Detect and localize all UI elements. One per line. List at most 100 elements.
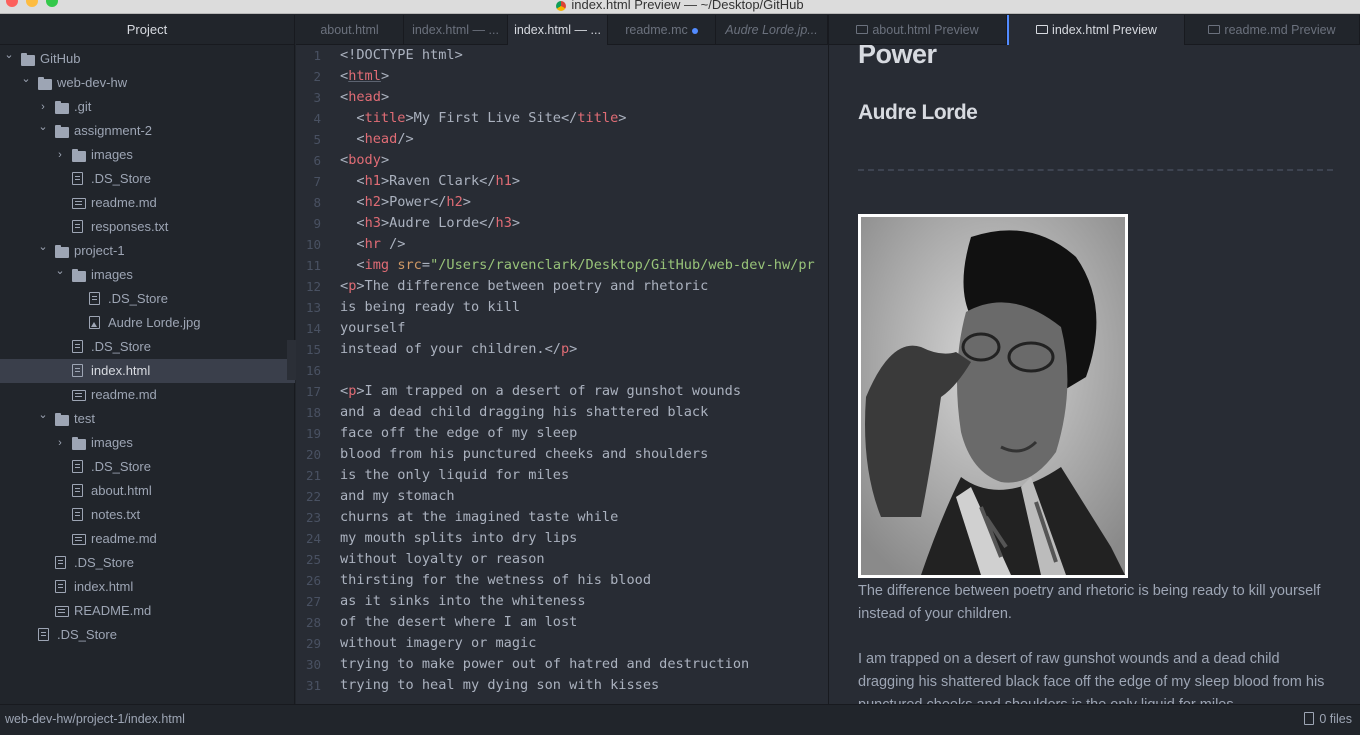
tree-folder-web-dev-hw[interactable]: ⌄ web-dev-hw [0, 71, 295, 95]
tree-item-label: .DS_Store [74, 555, 134, 570]
chevron-down-icon[interactable]: ⌄ [38, 115, 48, 139]
tree-item-label: responses.txt [91, 219, 169, 234]
file-icon [72, 364, 83, 377]
tree-folder-project-1[interactable]: ⌄ project-1 [0, 239, 295, 263]
tree-item-label: assignment-2 [74, 123, 153, 138]
line-number: 9 [313, 216, 321, 231]
folder-icon [21, 53, 35, 66]
code-line[interactable]: yourself [340, 318, 405, 339]
tree-item-label: .DS_Store [91, 459, 151, 474]
code-token: < [340, 173, 365, 189]
tree-file--ds-store[interactable]: .DS_Store [0, 551, 295, 575]
code-token: is being ready to kill [340, 299, 521, 315]
code-line[interactable]: my mouth splits into dry lips [340, 528, 577, 549]
tree-folder-images[interactable]: ⌄ images [0, 263, 295, 287]
markdown-file-icon [72, 390, 86, 401]
tree-folder-images[interactable]: › images [0, 143, 295, 167]
code-line[interactable]: <p>I am trapped on a desert of raw gunsh… [340, 381, 741, 402]
folder-icon [38, 77, 52, 90]
tree-file-readme-md[interactable]: README.md [0, 599, 295, 623]
code-line[interactable]: and a dead child dragging his shattered … [340, 402, 708, 423]
tree-file--ds-store[interactable]: .DS_Store [0, 623, 295, 647]
html-preview-pane[interactable]: Power Audre Lorde The difference between… [829, 45, 1360, 704]
code-token: < [340, 383, 349, 399]
line-number: 17 [305, 384, 321, 399]
code-line[interactable]: <head/> [340, 129, 413, 150]
code-token: html [348, 68, 381, 84]
tree-folder-test[interactable]: ⌄ test [0, 407, 295, 431]
code-line[interactable]: of the desert where I am lost [340, 612, 577, 633]
code-line[interactable]: face off the edge of my sleep [340, 423, 577, 444]
code-token: head [364, 131, 398, 147]
code-editor[interactable]: 1 2 3 4 5 6 7 8 9 10 11 12 13 14 15 16 17 18 19 20 21 22 23 24 2… [296, 45, 828, 704]
code-line[interactable]: <h1>Raven Clark</h1> [340, 171, 520, 192]
tree-file-notes-txt[interactable]: notes.txt [0, 503, 295, 527]
code-line[interactable]: <img src="/Users/ravenclark/Desktop/GitH… [340, 255, 814, 276]
editor-tab[interactable]: readme.mc [608, 15, 716, 45]
code-token: of the desert where I am lost [340, 614, 578, 630]
tree-file-audre-lorde-jpg[interactable]: Audre Lorde.jpg [0, 311, 295, 335]
tree-folder-assignment-2[interactable]: ⌄ assignment-2 [0, 119, 295, 143]
tree-file--ds-store[interactable]: .DS_Store [0, 455, 295, 479]
code-line[interactable]: churns at the imagined taste while [340, 507, 618, 528]
code-token: thirsting for the wetness of his blood [340, 572, 651, 588]
code-line[interactable]: blood from his punctured cheeks and shou… [340, 444, 708, 465]
tree-item-label: notes.txt [91, 507, 141, 522]
code-line[interactable]: <body> [340, 150, 389, 171]
code-line[interactable]: and my stomach [340, 486, 455, 507]
chevron-down-icon[interactable]: ⌄ [4, 43, 14, 67]
markdown-file-icon [72, 198, 86, 209]
tree-file-readme-md[interactable]: readme.md [0, 527, 295, 551]
tree-item-label: project-1 [74, 243, 125, 258]
code-line[interactable]: <h3>Audre Lorde</h3> [340, 213, 520, 234]
editor-tab[interactable]: Audre Lorde.jp... [716, 15, 828, 45]
code-line[interactable]: <hr /> [340, 234, 405, 255]
tree-file-about-html[interactable]: about.html [0, 479, 295, 503]
tree-file--ds-store[interactable]: .DS_Store [0, 287, 295, 311]
line-number: 23 [305, 510, 321, 525]
code-line[interactable]: <title>My First Live Site</title> [340, 108, 626, 129]
code-token: h2 [446, 194, 463, 210]
tree-file--ds-store[interactable]: .DS_Store [0, 335, 295, 359]
chevron-right-icon[interactable]: › [55, 431, 65, 455]
preview-tab[interactable]: about.html Preview [829, 15, 1007, 45]
code-line[interactable]: without imagery or magic [340, 633, 536, 654]
code-token: body [348, 152, 381, 168]
chevron-down-icon[interactable]: ⌄ [38, 235, 48, 259]
editor-tab[interactable]: about.html [296, 15, 404, 45]
chevron-down-icon[interactable]: ⌄ [21, 67, 31, 91]
tab-label: about.html [320, 23, 379, 37]
preview-tab[interactable]: index.html Preview [1007, 15, 1185, 45]
tree-file-readme-md[interactable]: readme.md [0, 191, 295, 215]
code-line[interactable]: thirsting for the wetness of his blood [340, 570, 651, 591]
file-icon [55, 580, 66, 593]
code-line[interactable]: <head> [340, 87, 389, 108]
status-file-count[interactable]: 0 files [1304, 705, 1352, 734]
code-line[interactable]: is being ready to kill [340, 297, 520, 318]
chevron-down-icon[interactable]: ⌄ [38, 403, 48, 427]
status-file-path[interactable]: web-dev-hw/project-1/index.html [5, 705, 185, 734]
code-line[interactable]: as it sinks into the whiteness [340, 591, 586, 612]
editor-tab[interactable]: index.html — ... [508, 15, 608, 45]
chevron-down-icon[interactable]: ⌄ [55, 259, 65, 283]
tree-file-index-html[interactable]: index.html [0, 359, 295, 383]
code-line[interactable]: <html> [340, 66, 389, 87]
code-line[interactable]: <!DOCTYPE html> [340, 45, 463, 66]
preview-tab[interactable]: readme.md Preview [1185, 15, 1360, 45]
code-line[interactable]: trying to heal my dying son with kisses [340, 675, 659, 696]
code-line[interactable]: instead of your children.</p> [340, 339, 577, 360]
tree-item-label: about.html [91, 483, 152, 498]
code-line[interactable]: <p>The difference between poetry and rhe… [340, 276, 708, 297]
code-line[interactable]: trying to make power out of hatred and d… [340, 654, 749, 675]
editor-tab-bar: about.html index.html — ... index.html — .… [296, 15, 828, 45]
folder-icon [55, 101, 69, 114]
tree-folder-images[interactable]: › images [0, 431, 295, 455]
tree-file-index-html[interactable]: index.html [0, 575, 295, 599]
code-line[interactable]: without loyalty or reason [340, 549, 545, 570]
tree-file--ds-store[interactable]: .DS_Store [0, 167, 295, 191]
tree-folder-github[interactable]: ⌄ GitHub [0, 47, 295, 71]
code-line[interactable]: <h2>Power</h2> [340, 192, 471, 213]
editor-tab[interactable]: index.html — ... [404, 15, 508, 45]
code-line[interactable]: is the only liquid for miles [340, 465, 569, 486]
chevron-right-icon[interactable]: › [55, 143, 65, 167]
